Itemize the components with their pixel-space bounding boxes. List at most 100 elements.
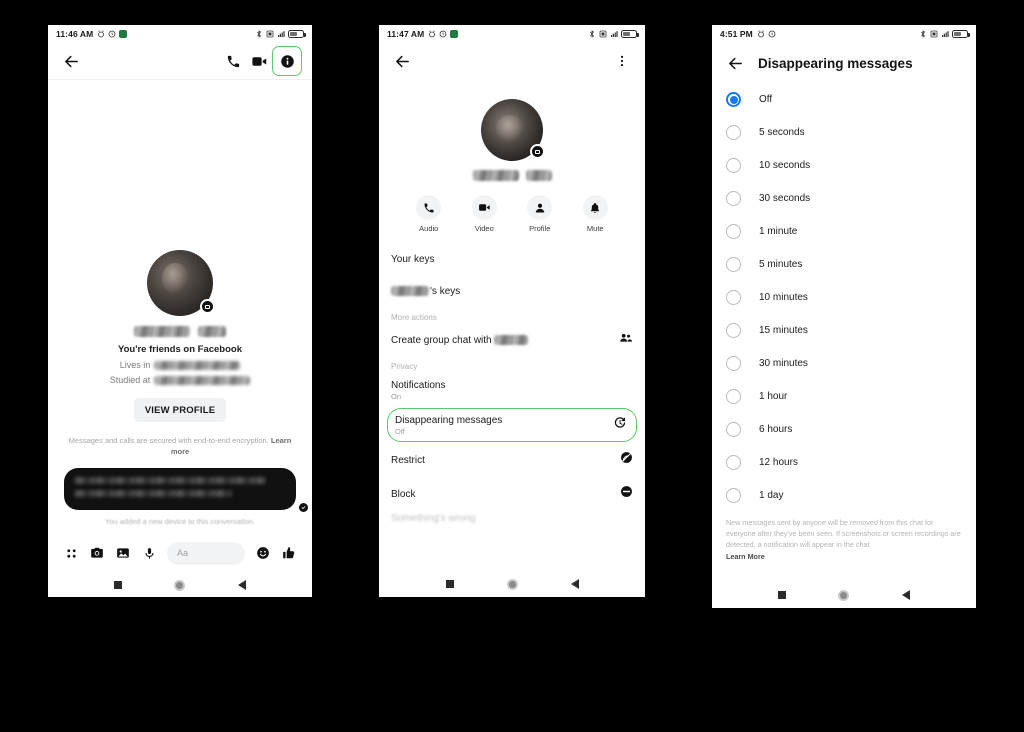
list-item-title: Your keys — [391, 253, 435, 265]
list-item-title: 's keys — [391, 286, 460, 297]
list-item-notifications[interactable]: Notifications On — [379, 373, 645, 407]
list-item-text: Your keys — [391, 254, 435, 265]
status-bar-3: 4:51 PM — [712, 25, 976, 43]
message-bubble[interactable] — [64, 467, 296, 510]
option-5-seconds[interactable]: 5 seconds — [712, 116, 976, 149]
option-off[interactable]: Off — [712, 83, 976, 116]
radio-button[interactable] — [726, 488, 741, 503]
camera-badge-icon[interactable] — [530, 144, 545, 159]
clock-icon — [768, 30, 776, 38]
thumbs-up-icon[interactable] — [276, 540, 302, 566]
option-30-seconds[interactable]: 30 seconds — [712, 182, 976, 215]
camera-badge-icon[interactable] — [200, 299, 215, 314]
quick-action-video[interactable]: Video — [462, 195, 506, 233]
option-10-minutes[interactable]: 10 minutes — [712, 281, 976, 314]
status-bar-2: 11:47 AM — [379, 25, 645, 43]
view-profile-button[interactable]: VIEW PROFILE — [134, 398, 226, 422]
option-5-minutes[interactable]: 5 minutes — [712, 248, 976, 281]
radio-button[interactable] — [726, 290, 741, 305]
option-1-day[interactable]: 1 day — [712, 479, 976, 512]
list-item-title: Something's wrong — [391, 512, 476, 524]
video-call-button[interactable] — [246, 48, 272, 74]
list-item-block[interactable]: Block — [379, 477, 645, 511]
list-item-title: Restrict — [391, 454, 425, 466]
back-button[interactable] — [58, 48, 84, 74]
radio-button[interactable] — [726, 422, 741, 437]
audio-call-button[interactable] — [220, 48, 246, 74]
history-icon — [613, 416, 627, 435]
list-item-create-group-chat[interactable]: Create group chat with — [379, 324, 645, 356]
bluetooth-icon — [255, 30, 263, 38]
recents-button[interactable] — [778, 591, 787, 599]
conversation-info-button[interactable] — [272, 46, 302, 76]
list-item-your-keys[interactable]: Your keys — [379, 243, 645, 275]
quick-action-mute[interactable]: Mute — [573, 195, 617, 233]
radio-button[interactable] — [726, 125, 741, 140]
back-button-nav[interactable] — [901, 590, 910, 600]
list-item-disappearing-messages[interactable]: Disappearing messages Off — [379, 407, 645, 443]
emoji-icon[interactable] — [250, 540, 276, 566]
apps-icon[interactable] — [58, 540, 84, 566]
radio-button[interactable] — [726, 389, 741, 404]
home-button[interactable] — [174, 579, 186, 591]
option-6-hours[interactable]: 6 hours — [712, 413, 976, 446]
option-label: 1 minute — [759, 226, 798, 237]
recents-button[interactable] — [114, 581, 123, 589]
radio-button[interactable] — [726, 224, 741, 239]
recents-button[interactable] — [445, 580, 454, 588]
sim-icon — [930, 30, 938, 38]
option-12-hours[interactable]: 12 hours — [712, 446, 976, 479]
option-1-minute[interactable]: 1 minute — [712, 215, 976, 248]
redacted-last-name — [525, 170, 552, 181]
list-item-restrict[interactable]: Restrict — [379, 443, 645, 477]
avatar[interactable] — [481, 99, 545, 161]
back-button[interactable] — [389, 48, 415, 74]
back-button[interactable] — [726, 54, 744, 72]
radio-button[interactable] — [726, 323, 741, 338]
gallery-icon[interactable] — [110, 540, 136, 566]
option-label: 30 seconds — [759, 193, 811, 204]
create-group-chat-label: Create group chat with — [391, 334, 492, 346]
message-input[interactable]: Aa — [167, 541, 245, 565]
learn-more-link[interactable]: Learn More — [726, 552, 962, 563]
status-bar: 11:46 AM — [48, 25, 312, 43]
redacted-message-line-2 — [74, 489, 232, 497]
lives-in-row: Lives in — [48, 360, 312, 370]
quick-action-audio[interactable]: Audio — [407, 195, 451, 233]
list-item-somethings-wrong[interactable]: Something's wrong — [379, 511, 645, 525]
home-button[interactable] — [506, 578, 518, 590]
signal-icon — [277, 30, 285, 38]
option-label: 5 minutes — [759, 259, 803, 270]
option-15-minutes[interactable]: 15 minutes — [712, 314, 976, 347]
more-vertical-icon[interactable] — [609, 48, 635, 74]
list-item-contact-keys[interactable]: 's keys — [379, 275, 645, 307]
avatar[interactable] — [147, 250, 215, 316]
system-message: You added a new device to this conversat… — [104, 516, 256, 526]
radio-button-selected[interactable] — [726, 92, 741, 107]
signal-icon — [610, 30, 618, 38]
back-button-nav[interactable] — [237, 580, 246, 590]
studied-at-label: Studied at — [109, 375, 151, 385]
status-bar-right-icons-3 — [919, 30, 970, 38]
home-button[interactable] — [838, 589, 850, 601]
radio-button[interactable] — [726, 257, 741, 272]
microphone-icon[interactable] — [136, 540, 162, 566]
friends-status-text: You're friends on Facebook — [117, 344, 243, 355]
block-icon — [620, 485, 633, 503]
back-button-nav[interactable] — [570, 579, 579, 589]
camera-icon[interactable] — [84, 540, 110, 566]
status-bar-left-icons — [97, 30, 128, 38]
app-icon — [119, 30, 128, 38]
option-10-seconds[interactable]: 10 seconds — [712, 149, 976, 182]
radio-button[interactable] — [726, 191, 741, 206]
option-30-minutes[interactable]: 30 minutes — [712, 347, 976, 380]
option-1-hour[interactable]: 1 hour — [712, 380, 976, 413]
details-profile-header — [379, 99, 645, 181]
radio-button[interactable] — [726, 455, 741, 470]
quick-action-profile[interactable]: Profile — [518, 195, 562, 233]
redacted-first-name — [472, 170, 519, 181]
redacted-school — [154, 375, 251, 385]
encryption-note: Messages and calls are secured with end-… — [60, 436, 300, 458]
radio-button[interactable] — [726, 356, 741, 371]
radio-button[interactable] — [726, 158, 741, 173]
